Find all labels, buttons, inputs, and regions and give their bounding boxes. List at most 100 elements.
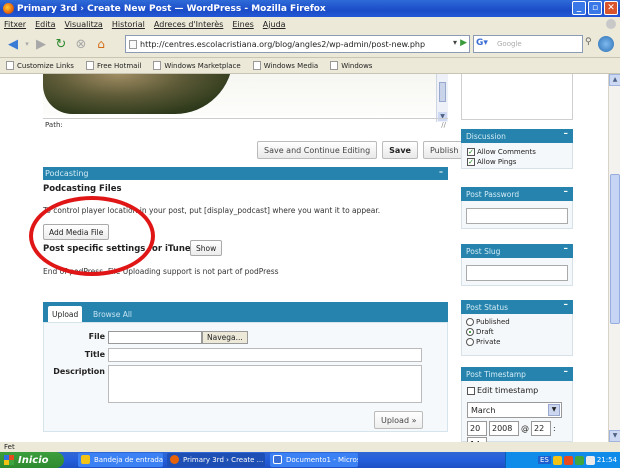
title-input[interactable]: [108, 348, 422, 362]
post-slug-input[interactable]: [466, 265, 568, 281]
bookmark-free-hotmail[interactable]: Free Hotmail: [85, 61, 141, 70]
collapse-icon[interactable]: –: [564, 244, 569, 254]
task-inbox[interactable]: Bandeja de entrada - ...: [78, 453, 163, 467]
url-dropdown-icon[interactable]: ▾: [453, 38, 457, 47]
menu-tools[interactable]: Eines: [232, 20, 253, 29]
task-word[interactable]: Documento1 - Micros...: [270, 453, 358, 467]
at-label: @: [521, 424, 529, 433]
close-button[interactable]: ✕: [604, 1, 618, 15]
post-status-header[interactable]: Post Status –: [461, 300, 573, 314]
collapse-icon[interactable]: –: [439, 167, 443, 176]
tab-upload[interactable]: Upload: [48, 306, 83, 322]
tray-antivirus-icon[interactable]: [563, 455, 573, 465]
description-textarea[interactable]: [108, 365, 422, 403]
tab-browse-all[interactable]: Browse All: [89, 306, 136, 322]
menu-view[interactable]: Visualitza: [64, 20, 102, 29]
maximize-button[interactable]: ▫: [588, 1, 602, 15]
allow-comments-option[interactable]: ✓ Allow Comments: [467, 147, 567, 157]
discussion-header[interactable]: Discussion –: [461, 129, 573, 143]
post-timestamp-header[interactable]: Post Timestamp –: [461, 367, 573, 381]
tray-network-icon[interactable]: [574, 455, 584, 465]
collapse-icon[interactable]: –: [564, 129, 569, 139]
tray-volume-icon[interactable]: [585, 455, 595, 465]
day-input[interactable]: 20: [467, 421, 487, 436]
search-icon[interactable]: ⚲: [585, 37, 597, 51]
menu-history[interactable]: Historial: [112, 20, 145, 29]
status-bar: Fet: [0, 442, 620, 452]
allow-pings-option[interactable]: ✓ Allow Pings: [467, 157, 567, 167]
editor-scroll-thumb[interactable]: [439, 82, 446, 102]
show-button[interactable]: Show: [190, 240, 223, 256]
bookmark-windows-media[interactable]: Windows Media: [252, 61, 318, 70]
url-bar[interactable]: http://centres.escolacristiana.org/blog/…: [125, 35, 470, 53]
minimize-button[interactable]: _: [572, 1, 586, 15]
dropdown-arrow-icon[interactable]: ▼: [548, 404, 560, 416]
status-draft-option[interactable]: Draft: [466, 327, 568, 337]
publish-button[interactable]: Publish: [422, 141, 466, 159]
collapse-icon[interactable]: –: [564, 300, 569, 310]
scroll-down-icon[interactable]: ▼: [609, 430, 620, 442]
add-media-file-button[interactable]: Add Media File: [43, 224, 110, 240]
menu-bookmarks[interactable]: Adreces d'Interès: [154, 20, 223, 29]
status-published-option[interactable]: Published: [466, 317, 568, 327]
system-tray: ES 21:54: [505, 452, 620, 468]
back-icon[interactable]: ◀: [3, 34, 23, 54]
radio-icon[interactable]: [466, 338, 474, 346]
scroll-thumb[interactable]: [610, 174, 620, 324]
status-text: Fet: [4, 443, 15, 451]
radio-icon[interactable]: [466, 318, 474, 326]
home-icon[interactable]: ⌂: [91, 34, 111, 54]
bookmark-windows-marketplace[interactable]: Windows Marketplace: [153, 61, 241, 70]
editor-image: [43, 74, 436, 116]
path-label: Path:: [45, 121, 63, 129]
back-dropdown-icon[interactable]: ▾: [23, 34, 31, 54]
hour-input[interactable]: 22: [531, 421, 551, 436]
post-password-input[interactable]: [466, 208, 568, 224]
browse-button[interactable]: Navega...: [202, 331, 248, 344]
page-content: ▼ Path: // Save and Continue Editing Sav…: [0, 74, 608, 442]
editor-scrollbar[interactable]: ▼: [436, 74, 448, 122]
language-indicator[interactable]: ES: [537, 456, 551, 464]
task-firefox[interactable]: Primary 3rd › Create ...: [167, 453, 265, 467]
month-select[interactable]: March ▼: [467, 402, 562, 418]
reload-icon[interactable]: ↻: [51, 34, 71, 54]
menu-edit[interactable]: Edita: [35, 20, 55, 29]
upload-button[interactable]: Upload »: [374, 411, 424, 429]
bookmark-customize-links[interactable]: Customize Links: [6, 61, 74, 70]
save-continue-button[interactable]: Save and Continue Editing: [257, 141, 378, 159]
radio-selected-icon[interactable]: [466, 328, 474, 336]
google-engine-icon[interactable]: G▾: [476, 38, 494, 51]
start-button[interactable]: Inicio: [0, 452, 64, 468]
addon-icon[interactable]: [598, 36, 614, 52]
draft-label: Draft: [476, 328, 494, 336]
navigation-toolbar: ◀ ▾ ▶ ↻ ⊗ ⌂ http://centres.escolacristia…: [0, 31, 620, 58]
checkbox-checked-icon[interactable]: ✓: [467, 158, 475, 166]
file-input[interactable]: [108, 331, 202, 344]
collapse-icon[interactable]: –: [564, 187, 569, 197]
bookmark-windows[interactable]: Windows: [330, 61, 372, 70]
search-box[interactable]: G▾ Google: [473, 35, 583, 53]
edit-timestamp-option[interactable]: Edit timestamp: [467, 386, 538, 395]
save-actions: Save and Continue Editing Save Publish: [257, 141, 466, 159]
status-private-option[interactable]: Private: [466, 337, 568, 347]
menu-help[interactable]: Ajuda: [263, 20, 286, 29]
task-label: Documento1 - Micros...: [286, 456, 358, 464]
post-password-header[interactable]: Post Password –: [461, 187, 573, 201]
checkbox-checked-icon[interactable]: ✓: [467, 148, 475, 156]
checkbox-icon[interactable]: [467, 386, 475, 395]
resize-grip-icon[interactable]: //: [441, 121, 446, 129]
forward-icon[interactable]: ▶: [31, 34, 51, 54]
mail-icon: [81, 455, 90, 464]
post-slug-header[interactable]: Post Slug –: [461, 244, 573, 258]
go-icon[interactable]: ▶: [460, 38, 467, 48]
collapse-icon[interactable]: –: [564, 367, 569, 377]
page-favicon-icon: [129, 40, 137, 49]
stop-icon[interactable]: ⊗: [71, 34, 91, 54]
tray-shield-icon[interactable]: [552, 455, 562, 465]
menu-file[interactable]: Fitxer: [4, 20, 26, 29]
year-input[interactable]: 2008: [489, 421, 519, 436]
page-scrollbar[interactable]: ▲ ▼: [608, 74, 620, 442]
save-button[interactable]: Save: [382, 141, 418, 159]
scroll-up-icon[interactable]: ▲: [609, 74, 620, 86]
podcasting-header[interactable]: Podcasting –: [43, 167, 448, 180]
